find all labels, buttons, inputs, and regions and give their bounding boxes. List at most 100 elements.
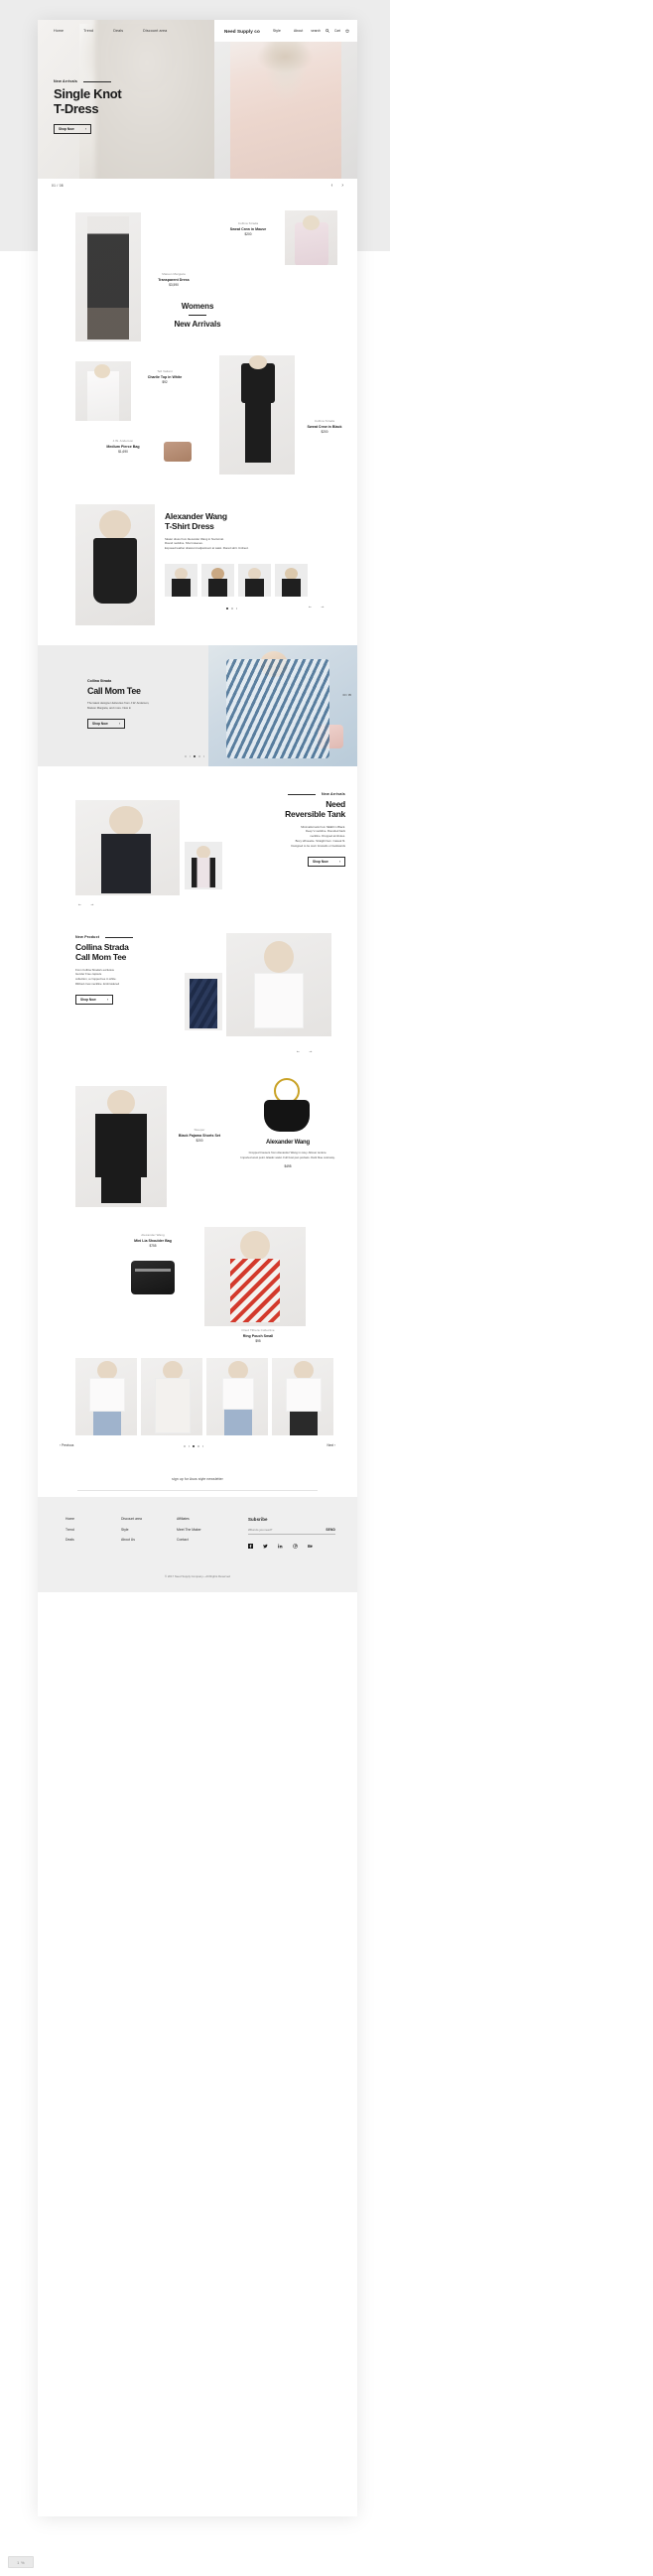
thumbnail-image[interactable] (165, 564, 197, 597)
dot[interactable] (202, 755, 205, 757)
cart-icon[interactable] (345, 29, 349, 33)
search-label[interactable]: search (311, 29, 321, 33)
banner-shop-now-label: Shop Now (92, 721, 108, 726)
dot[interactable] (185, 755, 187, 757)
alexander-wang-description: Skater dress from Alexander Wang in Noct… (165, 536, 249, 551)
nav-right-bar: Need Supply co Style About search Cart (214, 20, 357, 42)
facebook-icon[interactable] (248, 1544, 253, 1549)
footer-column-1: Home Trend Deals (65, 1517, 121, 1549)
carousel-prev-button[interactable]: ‹ Previous (60, 1443, 73, 1447)
product-image-white-tee[interactable] (226, 933, 331, 1036)
dot-active[interactable] (193, 1445, 196, 1447)
nav-item-trend[interactable]: Trend (83, 29, 93, 33)
banner-shop-now-button[interactable]: Shop Now › (87, 718, 125, 729)
site-logo[interactable]: Need Supply co (224, 29, 260, 34)
hero-eyebrow-text: New Arrivals (54, 79, 78, 83)
product-image-shoulder-bag[interactable] (119, 1257, 187, 1308)
behance-icon[interactable] (308, 1544, 314, 1549)
reversible-arrows: ← → (77, 901, 94, 906)
product-image-alexander-bag[interactable] (256, 1078, 318, 1134)
newsletter-text[interactable]: sign up for Asos style newsletter (172, 1477, 223, 1481)
product-image-pierce-bag[interactable] (160, 437, 194, 465)
reversible-shop-now-button[interactable]: Shop Now › (308, 856, 345, 867)
thumbnail-image[interactable] (275, 564, 308, 597)
alexander-wang-title: Alexander Wang T-Shirt Dress (165, 511, 343, 532)
newsletter-section: sign up for Asos style newsletter (38, 1461, 357, 1497)
dot[interactable] (188, 1445, 191, 1447)
dot-active[interactable] (226, 608, 228, 610)
banner-image (208, 645, 357, 766)
hero-prev-icon[interactable]: ‹ (331, 183, 333, 189)
carousel-next-button[interactable]: Next › (326, 1443, 335, 1447)
carousel-item-2[interactable] (141, 1358, 202, 1435)
social-links (248, 1544, 335, 1549)
nav-item-about[interactable]: About (294, 29, 303, 33)
product-image-sweat-crew-mauve[interactable] (285, 210, 337, 265)
next-arrow-icon[interactable]: → (309, 1048, 314, 1053)
product-label-sweat-crew-mauve: Collina Strada Sweat Crew in Mauve $200 (212, 221, 284, 236)
nav-item-style[interactable]: Style (273, 29, 281, 33)
product-label-transparent-dress: Maison Margiela Transparent Dress $3,590 (137, 272, 210, 287)
page-canvas: Home Trend Deals Discount area Need Supp… (38, 20, 357, 2516)
product-image-charlie-top[interactable] (75, 361, 131, 421)
reversible-title: Need Reversible Tank (187, 799, 345, 820)
pinterest-icon[interactable] (293, 1544, 298, 1549)
twitter-icon[interactable] (263, 1544, 268, 1549)
product-image-sweat-crew-black[interactable] (219, 355, 295, 475)
carousel-item-3[interactable] (206, 1358, 268, 1435)
thumbnail-image[interactable] (238, 564, 271, 597)
footer-link-contact[interactable]: Contact (177, 1538, 232, 1542)
alexander-wang-arrows: ← → (308, 604, 325, 609)
product-image-tshirt-dress[interactable] (75, 504, 155, 625)
prev-arrow-icon[interactable]: ← (308, 604, 313, 609)
womens-heading-line1: Womens (181, 302, 214, 311)
linkedin-icon[interactable] (278, 1544, 283, 1549)
footer-link-discount-area[interactable]: Discount area (121, 1517, 177, 1521)
subscribe-input[interactable] (248, 1528, 310, 1532)
dot[interactable] (198, 755, 200, 757)
next-arrow-icon[interactable]: → (90, 901, 95, 906)
hero-shop-now-button[interactable]: Shop Now › (54, 124, 91, 135)
hero-next-icon[interactable]: › (341, 183, 343, 189)
dot-active[interactable] (194, 755, 196, 757)
subscribe-field: SEND (248, 1528, 335, 1535)
dot[interactable] (189, 755, 192, 757)
nav-item-home[interactable]: Home (54, 29, 64, 33)
carousel-item-1[interactable] (75, 1358, 137, 1435)
footer-link-meet-the-maker[interactable]: Meet The Maker (177, 1528, 232, 1532)
footer-link-affiliates[interactable]: Affiliates (177, 1517, 232, 1521)
product-brand: Collina Strada (314, 419, 335, 423)
product-thumb-floral-dress[interactable] (185, 973, 222, 1030)
footer-link-deals[interactable]: Deals (65, 1538, 121, 1542)
search-icon[interactable] (326, 29, 329, 33)
product-image-ring-pouch-model[interactable] (204, 1227, 306, 1326)
dot[interactable] (197, 1445, 199, 1447)
cart-label[interactable]: Cart (334, 29, 340, 33)
hero-eyebrow-rule (83, 80, 112, 82)
banner-description: The latest designer deliveries from J.W.… (87, 701, 150, 710)
thumbnail-image[interactable] (201, 564, 234, 597)
footer-link-home[interactable]: Home (65, 1517, 121, 1521)
subscribe-send-button[interactable]: SEND (326, 1528, 335, 1532)
dot[interactable] (235, 608, 238, 610)
prev-arrow-icon[interactable]: ← (296, 1048, 301, 1053)
dot[interactable] (201, 1445, 204, 1447)
product-price: $95 (255, 1339, 261, 1343)
nav-item-deals[interactable]: Deals (113, 29, 123, 33)
new-product-shop-now-button[interactable]: Shop Now › (75, 995, 113, 1006)
dot[interactable] (231, 608, 233, 610)
product-image-pajama-set[interactable] (75, 1086, 167, 1207)
dot[interactable] (184, 1445, 186, 1447)
next-arrow-icon[interactable]: → (321, 604, 326, 609)
footer-link-trend[interactable]: Trend (65, 1528, 121, 1532)
footer-link-about-us[interactable]: About Us (121, 1538, 177, 1542)
footer-link-style[interactable]: Style (121, 1528, 177, 1532)
footer-column-2: Discount area Style About Us (121, 1517, 177, 1549)
nav-item-discount-area[interactable]: Discount area (143, 29, 167, 33)
prev-arrow-icon[interactable]: ← (77, 901, 82, 906)
banner-copy: Collina Strada Call Mom Tee The latest d… (87, 679, 216, 729)
product-image-reversible-tank[interactable] (75, 800, 180, 895)
carousel-dots (184, 1445, 204, 1447)
product-brand: Sleeper (194, 1128, 205, 1132)
carousel-item-4[interactable] (272, 1358, 333, 1435)
